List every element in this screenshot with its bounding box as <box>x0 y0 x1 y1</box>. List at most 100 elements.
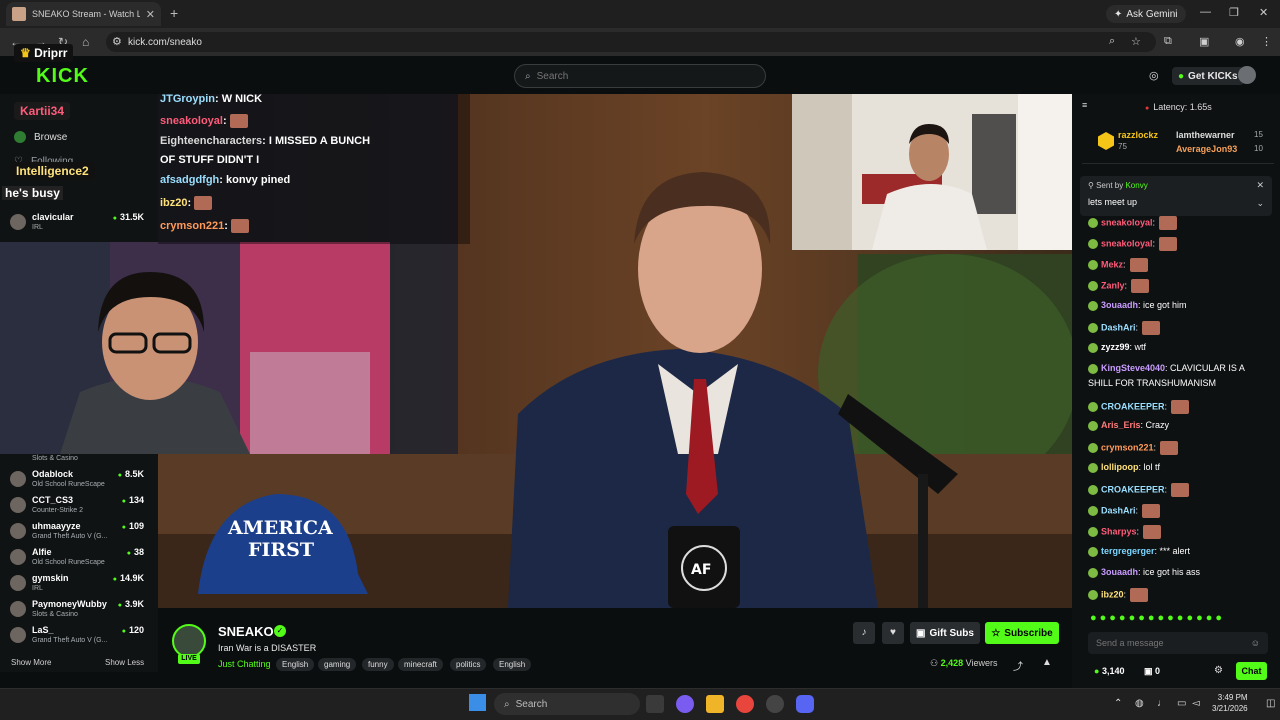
microphone-icon[interactable]: ♩ <box>1157 698 1167 709</box>
chat-send-button[interactable]: Chat <box>1236 662 1267 680</box>
tag-pill[interactable]: politics <box>450 658 487 671</box>
ask-gemini-button[interactable]: ✦ Ask Gemini <box>1106 5 1186 23</box>
zoom-icon[interactable]: ⌕ <box>1109 35 1115 48</box>
chat-username[interactable]: crymson221 <box>1101 442 1154 452</box>
kick-logo[interactable]: KICK <box>36 65 89 88</box>
gift-subs-button[interactable]: ▣ Gift Subs <box>910 622 980 644</box>
tag-pill[interactable]: minecraft <box>398 658 443 671</box>
taskbar-search[interactable]: ⌕ Search <box>494 693 640 715</box>
close-window-icon[interactable]: ✕ <box>1259 6 1268 19</box>
notification-center-icon[interactable]: ◫ <box>1266 698 1275 709</box>
obs-icon[interactable] <box>766 695 784 713</box>
subscribe-button[interactable]: ☆ Subscribe <box>985 622 1059 644</box>
chat-username[interactable]: Sharpys <box>1101 526 1137 536</box>
tray-chevron-up-icon[interactable]: ⌃ <box>1114 698 1122 709</box>
sidebar-channel-row[interactable]: Alfie Old School RuneScape 38 <box>10 546 154 572</box>
close-tab-icon[interactable]: ✕ <box>146 8 155 21</box>
streamer-avatar[interactable] <box>172 624 206 658</box>
chat-username[interactable]: CROAKEEPER <box>1101 401 1165 411</box>
channel-name: clavicular <box>32 212 74 222</box>
sidebar-channel-row[interactable]: uhmaayyze Grand Theft Auto V (G... 109 <box>10 520 154 546</box>
chat-username[interactable]: Zanly <box>1101 280 1125 290</box>
sidebar-channel-clavicular[interactable]: clavicular IRL 31.5K <box>10 211 154 237</box>
emoji-icon[interactable]: ☺ <box>1251 638 1260 648</box>
tag-pill[interactable]: funny <box>362 658 394 671</box>
chat-text: : <box>1123 589 1127 600</box>
extensions-icon[interactable]: ⧉ <box>1164 35 1172 48</box>
user-avatar[interactable] <box>1238 66 1256 84</box>
gift-balance[interactable]: ▣ 0 <box>1144 666 1160 677</box>
volume-icon[interactable]: ◅ <box>1192 698 1200 709</box>
chat-username[interactable]: KingSteve4040 <box>1101 363 1165 373</box>
follow-heart-button[interactable]: ♥ <box>882 622 904 644</box>
gift-icon: ▣ <box>1144 666 1153 676</box>
chat-username[interactable]: sneakoloyal <box>1101 217 1153 227</box>
tag-pill[interactable]: gaming <box>318 658 357 671</box>
unpin-icon[interactable]: ✕ <box>1256 180 1264 191</box>
site-info-icon[interactable]: ⚙ <box>112 35 122 48</box>
file-explorer-icon[interactable] <box>706 695 724 713</box>
emote-bar[interactable]: ●●●●●●●●●●●●●● <box>1090 612 1225 624</box>
kicks-balance[interactable]: ● 3,140 <box>1094 666 1124 676</box>
channel-viewers: 38 <box>127 547 144 557</box>
browser-tab[interactable]: SNEAKO Stream - Watch L ✕ <box>6 2 161 26</box>
chat-username[interactable]: 3ouaadh <box>1101 567 1138 577</box>
sidebar-channel-row[interactable]: Odablock Old School RuneScape 8.5K <box>10 468 154 494</box>
tray-app-icon[interactable]: ◍ <box>1135 698 1144 709</box>
chat-input-box[interactable]: ☺ <box>1088 632 1268 654</box>
menu-kebab-icon[interactable]: ⋮ <box>1261 35 1272 48</box>
search-input[interactable] <box>536 70 737 82</box>
address-bar[interactable]: kick.com/sneako <box>106 32 1156 52</box>
report-warning-icon[interactable]: ▲ <box>1042 657 1052 668</box>
clock-date: 3/21/2026 <box>1212 704 1248 713</box>
streamer-name[interactable]: SNEAKO <box>218 624 274 639</box>
chat-username[interactable]: tergregerger <box>1101 546 1155 556</box>
sidepanel-icon[interactable]: ▣ <box>1199 35 1209 48</box>
chat-settings-gear-icon[interactable]: ⚙ <box>1214 665 1223 676</box>
chat-username[interactable]: sneakoloyal <box>1101 238 1153 248</box>
notifications-icon[interactable]: ◎ <box>1149 69 1159 82</box>
stream-category[interactable]: Just Chatting <box>218 659 271 669</box>
copilot-icon[interactable] <box>676 695 694 713</box>
channel-avatar <box>10 523 26 539</box>
discord-icon[interactable] <box>796 695 814 713</box>
collapse-chat-icon[interactable]: ≡ <box>1082 100 1087 110</box>
chat-username[interactable]: lollipoop <box>1101 462 1139 472</box>
show-less-button[interactable]: Show Less <box>105 658 144 667</box>
kick-search-box[interactable]: ⌕ <box>514 64 766 88</box>
chevron-down-icon[interactable]: ⌄ <box>1256 198 1264 209</box>
chat-username[interactable]: DashAri <box>1101 322 1136 332</box>
chat-message-input[interactable] <box>1096 638 1251 648</box>
chat-username[interactable]: ibz20 <box>1101 589 1124 599</box>
mug-text: AF <box>691 562 711 578</box>
maximize-icon[interactable]: ❐ <box>1229 6 1239 19</box>
network-icon[interactable]: ▭ <box>1177 698 1186 709</box>
get-kicks-button[interactable]: ● Get KICKs <box>1172 67 1244 85</box>
minimize-icon[interactable]: — <box>1200 6 1211 18</box>
chat-username[interactable]: 3ouaadh <box>1101 300 1138 310</box>
chat-username[interactable]: CROAKEEPER <box>1101 484 1165 494</box>
sidebar-channel-row[interactable]: gymskin IRL 14.9K <box>10 572 154 598</box>
chat-username[interactable]: zyzz99 <box>1101 342 1130 352</box>
home-icon[interactable]: ⌂ <box>82 35 89 49</box>
show-more-button[interactable]: Show More <box>11 658 51 667</box>
new-tab-plus-icon[interactable]: + <box>170 5 178 21</box>
bookmark-star-icon[interactable]: ☆ <box>1131 35 1141 48</box>
sidebar-channel-row[interactable]: CCT_CS3 Counter-Strike 2 134 <box>10 494 154 520</box>
windows-start-icon[interactable] <box>469 694 486 711</box>
share-icon[interactable]: ⤴ <box>1013 658 1023 673</box>
tag-pill[interactable]: English <box>493 658 532 671</box>
sidebar-browse[interactable]: Browse <box>14 131 67 143</box>
sidebar-channel-row[interactable]: PaymoneyWubby Slots & Casino 3.9K <box>10 598 154 624</box>
sidebar-channel-row[interactable]: LaS_ Grand Theft Auto V (G... 120 <box>10 624 154 650</box>
task-view-icon[interactable] <box>646 695 664 713</box>
tag-pill[interactable]: English <box>276 658 315 671</box>
chrome-icon[interactable] <box>736 695 754 713</box>
pinned-message[interactable]: ⚲ Sent by Konvy lets meet up ⌄ ✕ <box>1080 176 1272 216</box>
chat-username[interactable]: Aris_Eris <box>1101 420 1141 430</box>
profile-icon[interactable]: ◉ <box>1235 35 1245 48</box>
notification-bell-button[interactable]: ♪ <box>853 622 875 644</box>
chat-username[interactable]: DashAri <box>1101 505 1136 515</box>
system-clock[interactable]: 3:49 PM 3/21/2026 <box>1212 692 1248 714</box>
chat-username[interactable]: Mekz <box>1101 259 1123 269</box>
